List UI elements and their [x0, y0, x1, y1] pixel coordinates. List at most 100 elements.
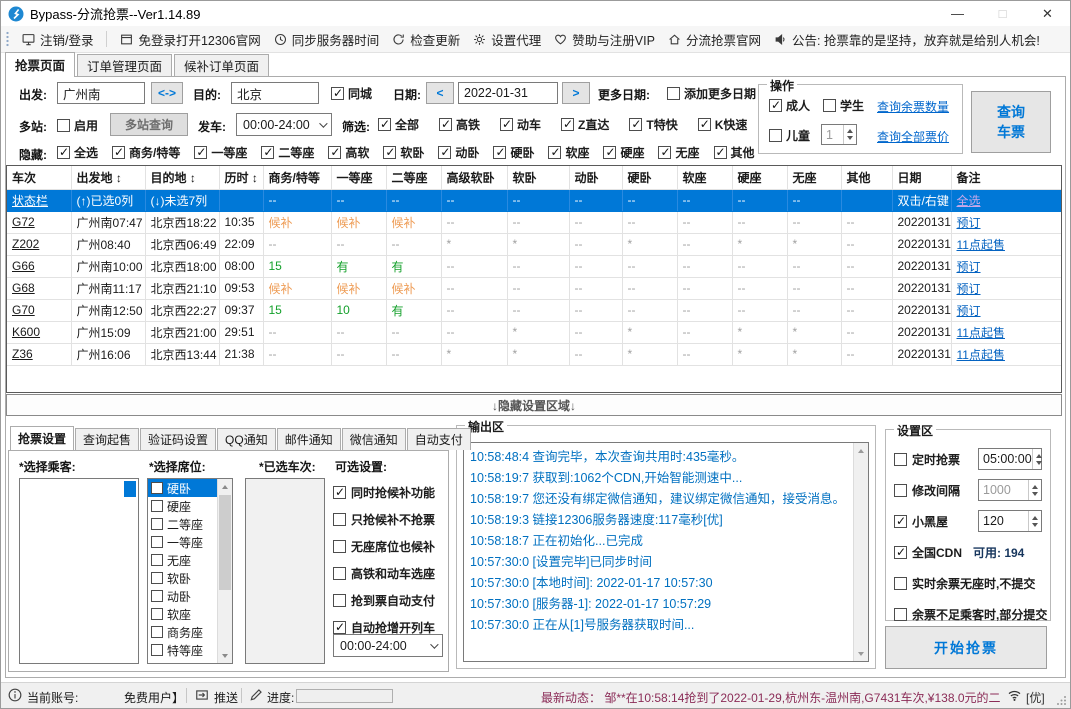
query-remaining-tickets-link[interactable]: 查询余票数量 — [877, 98, 949, 115]
passenger-listbox[interactable] — [19, 478, 139, 664]
option-checkbox[interactable]: 无座席位也候补 — [333, 538, 435, 555]
book-link[interactable]: 预订 — [957, 260, 981, 274]
seat-option[interactable]: 无座 — [148, 551, 217, 569]
train-row[interactable]: Z202 广州08:40 北京西06:49 22:09 -- -- -- * * -- * -- * * -… — [7, 233, 1061, 256]
output-log-box[interactable]: 10:58:48:4 查询完毕，本次查询共用时:435毫秒。 10:58:19:7… — [463, 442, 869, 662]
checkbox[interactable] — [151, 590, 163, 602]
minimize-button[interactable]: — — [935, 1, 980, 26]
number-field[interactable]: 1000 — [978, 479, 1042, 501]
checkbox[interactable] — [493, 145, 507, 159]
column-header[interactable]: 软卧 — [507, 166, 570, 190]
column-header[interactable]: 无座 — [787, 166, 842, 190]
student-checkbox[interactable]: 学生 — [823, 97, 864, 114]
settings-tab[interactable]: 抢票设置 — [10, 426, 75, 450]
number-field[interactable]: 120 — [978, 510, 1042, 532]
query-all-prices-link[interactable]: 查询全部票价 — [877, 128, 949, 145]
settings-tab[interactable]: 验证码设置 — [140, 428, 217, 450]
option-checkbox[interactable]: 同时抢候补功能 — [333, 484, 435, 501]
seat-option[interactable]: 动卧 — [148, 587, 217, 605]
hide-checkbox[interactable]: 硬座 — [603, 144, 644, 161]
resize-grip[interactable] — [1057, 695, 1067, 705]
hide-checkbox[interactable]: 商务/特等 — [112, 144, 180, 161]
output-scrollbar[interactable] — [853, 443, 868, 661]
checkbox[interactable] — [261, 145, 275, 159]
checkbox[interactable] — [667, 87, 680, 100]
number-field[interactable]: 05:00:00 — [978, 448, 1042, 470]
checkbox[interactable] — [713, 145, 727, 159]
column-header[interactable]: 一等座 — [331, 166, 387, 190]
seat-option[interactable]: 二等座 — [148, 515, 217, 533]
seat-option[interactable]: 硬座 — [148, 497, 217, 515]
seat-option[interactable]: 软座 — [148, 605, 217, 623]
checkbox[interactable] — [603, 145, 617, 159]
depart-time-select[interactable]: 00:00-24:00 — [236, 113, 332, 136]
train-row[interactable]: G70 广州南12:50 北京西22:27 09:37 15 10 有 -- -- -- -- -- -… — [7, 299, 1061, 322]
column-header[interactable]: 历时 ↕ — [219, 166, 264, 190]
train-row[interactable]: K600 广州15:09 北京西21:00 29:51 -- -- -- -- * -- * -- * *… — [7, 321, 1061, 344]
checkbox[interactable] — [333, 620, 346, 634]
toolbar-item-vip[interactable]: 赞助与注册VIP — [554, 30, 655, 49]
checkbox[interactable] — [697, 117, 711, 131]
setting-row[interactable]: 全国CDN可用: 194 — [894, 541, 1042, 563]
checkbox[interactable] — [151, 608, 163, 620]
hide-checkbox[interactable]: 动卧 — [438, 144, 479, 161]
seat-option[interactable]: 一等座 — [148, 533, 217, 551]
checkbox[interactable] — [57, 119, 70, 132]
toolbar-item-official-site[interactable]: 分流抢票官网 — [668, 30, 761, 49]
checkbox[interactable] — [548, 145, 562, 159]
hide-checkbox[interactable]: 高软 — [328, 144, 369, 161]
checkbox[interactable] — [333, 513, 346, 526]
checkbox[interactable] — [151, 500, 163, 512]
spinner[interactable] — [1028, 480, 1041, 500]
select-all-link[interactable]: 全选 — [957, 194, 981, 208]
checkbox[interactable] — [151, 482, 163, 494]
train-row[interactable]: G68 广州南11:17 北京西21:10 09:53 候补 候补 候补 -- -- -- -- --… — [7, 277, 1061, 300]
filter-checkbox[interactable]: Z直达 — [561, 116, 609, 133]
hide-checkbox[interactable]: 软卧 — [383, 144, 424, 161]
checkbox[interactable] — [151, 572, 163, 584]
next-date-button[interactable]: > — [562, 82, 590, 104]
main-tab[interactable]: 订单管理页面 — [77, 54, 173, 76]
checkbox[interactable] — [151, 626, 163, 638]
hide-checkbox[interactable]: 二等座 — [261, 144, 314, 161]
toolbar-item-announcement[interactable]: 公告: 抢票靠的是坚持，放弃就是给别人机会! — [774, 30, 1040, 49]
train-number-link[interactable]: K600 — [12, 325, 40, 339]
query-tickets-button[interactable]: 查询 车票 — [971, 91, 1051, 153]
train-number-link[interactable]: Z36 — [12, 347, 33, 361]
setting-row[interactable]: 小黑屋120 — [894, 510, 1042, 532]
checkbox[interactable] — [658, 145, 672, 159]
settings-tab[interactable]: 微信通知 — [341, 428, 406, 450]
checkbox[interactable] — [151, 536, 163, 548]
book-link[interactable]: 11点起售 — [957, 326, 1005, 340]
train-number-link[interactable]: G66 — [12, 259, 35, 273]
checkbox[interactable] — [333, 540, 346, 553]
checkbox[interactable] — [894, 545, 907, 559]
checkbox[interactable] — [151, 518, 163, 530]
column-header[interactable]: 高级软卧 — [441, 166, 508, 190]
book-link[interactable]: 11点起售 — [957, 238, 1005, 252]
hide-checkbox[interactable]: 其他 — [713, 144, 755, 161]
seat-option[interactable]: 硬卧 — [148, 479, 217, 497]
checkbox[interactable] — [439, 117, 453, 131]
push-label[interactable]: 推送 — [214, 689, 238, 706]
checkbox[interactable] — [112, 145, 126, 159]
settings-tab[interactable]: QQ通知 — [217, 428, 276, 450]
column-header[interactable]: 二等座 — [386, 166, 442, 190]
checkbox[interactable] — [57, 145, 70, 159]
book-link[interactable]: 预订 — [957, 304, 981, 318]
checkbox[interactable] — [561, 117, 575, 131]
column-header[interactable]: 商务/特等 — [263, 166, 332, 190]
dest-input[interactable]: 北京 — [231, 82, 319, 104]
checkbox[interactable] — [378, 117, 391, 131]
toolbar-item-logout-login[interactable]: 注销/登录 — [22, 30, 93, 49]
checkbox[interactable] — [894, 452, 907, 466]
date-input[interactable]: 2022-01-31 — [458, 82, 558, 104]
settings-tab[interactable]: 自动支付 — [406, 428, 471, 450]
spinner[interactable] — [1031, 449, 1045, 469]
status-row[interactable]: 状态栏 (↑)已选0列 (↓)未选7列 -- -- -- -- -- -- -- -- -- -- 双击/… — [7, 189, 1061, 212]
train-row[interactable]: G66 广州南10:00 北京西18:00 08:00 15 有有 -- -- -- -- -- --… — [7, 255, 1061, 278]
start-grabbing-button[interactable]: 开始抢票 — [885, 626, 1047, 669]
setting-row[interactable]: 定时抢票 05:00:00 — [894, 448, 1042, 470]
same-city-checkbox[interactable]: 同城 — [331, 85, 372, 102]
checkbox[interactable] — [328, 145, 342, 159]
